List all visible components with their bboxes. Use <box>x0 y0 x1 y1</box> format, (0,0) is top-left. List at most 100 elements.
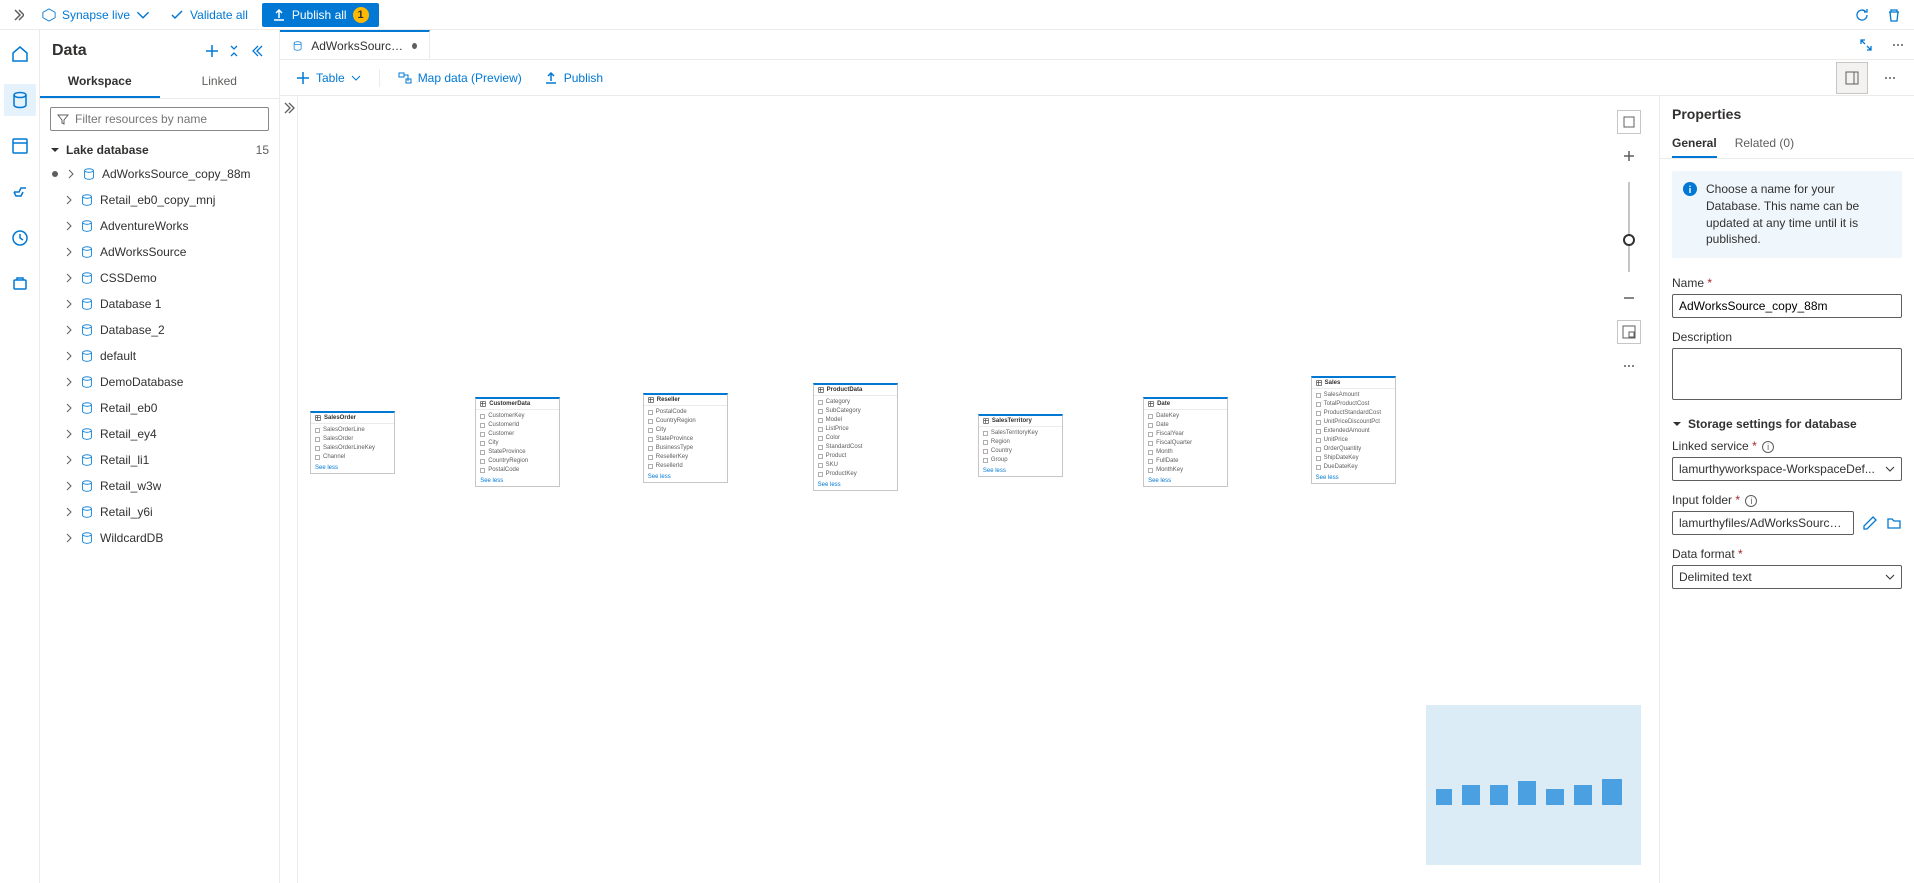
branch-dropdown[interactable]: Synapse live <box>36 6 156 24</box>
document-tab-active[interactable]: AdWorksSource_co... <box>280 30 430 59</box>
tree-item[interactable]: Database_2 <box>40 317 279 343</box>
database-name-input[interactable] <box>1672 294 1902 318</box>
edit-icon[interactable] <box>1862 515 1878 531</box>
database-icon <box>80 427 94 441</box>
props-tab-related[interactable]: Related (0) <box>1735 130 1794 158</box>
tree-item[interactable]: Retail_eb0_copy_mnj <box>40 187 279 213</box>
entity-column: Group <box>983 456 1058 465</box>
tree-item[interactable]: default <box>40 343 279 369</box>
entity-header: Date <box>1144 399 1227 410</box>
props-tab-general[interactable]: General <box>1672 130 1717 158</box>
nav-integrate[interactable] <box>4 176 36 208</box>
zoom-in-button[interactable] <box>1617 144 1641 168</box>
minimap-toggle-button[interactable] <box>1617 320 1641 344</box>
entity-card[interactable]: SalesSalesAmountTotalProductCostProductS… <box>1311 376 1396 484</box>
filter-resources-input[interactable] <box>50 107 269 131</box>
entity-see-less[interactable]: See less <box>644 473 727 482</box>
entity-see-less[interactable]: See less <box>311 464 394 473</box>
entity-card[interactable]: ProductDataCategorySubCategoryModelListP… <box>813 383 898 491</box>
entity-card[interactable]: SalesOrderSalesOrderLineSalesOrderSalesO… <box>310 411 395 474</box>
add-table-button[interactable]: Table <box>288 67 369 89</box>
tree-item[interactable]: WildcardDB <box>40 525 279 551</box>
tree-item[interactable]: Retail_eb0 <box>40 395 279 421</box>
toolbar-overflow-button[interactable] <box>1874 62 1906 94</box>
publish-button[interactable]: Publish <box>536 67 611 89</box>
map-data-button[interactable]: Map data (Preview) <box>390 67 530 89</box>
expand-inspector-button[interactable] <box>280 96 298 883</box>
upload-icon <box>544 71 558 85</box>
data-format-select[interactable]: Delimited text <box>1672 565 1902 589</box>
tree-item[interactable]: AdventureWorks <box>40 213 279 239</box>
properties-toggle-button[interactable] <box>1836 62 1868 94</box>
tree-item[interactable]: AdWorksSource_copy_88m <box>40 161 279 187</box>
add-resource-button[interactable] <box>201 40 223 62</box>
tree-item[interactable]: Retail_w3w <box>40 473 279 499</box>
tab-overflow-button[interactable] <box>1882 30 1914 59</box>
entity-see-less[interactable]: See less <box>476 477 559 486</box>
nav-develop[interactable] <box>4 130 36 162</box>
canvas-more-button[interactable] <box>1617 354 1641 378</box>
chevron-right-icon <box>64 429 74 439</box>
zoom-thumb[interactable] <box>1623 234 1635 246</box>
branch-icon <box>42 8 56 22</box>
minimap[interactable] <box>1426 705 1641 865</box>
tree-item[interactable]: Retail_y6i <box>40 499 279 525</box>
entity-card[interactable]: DateDateKeyDateFiscalYearFiscalQuarterMo… <box>1143 397 1228 487</box>
nav-monitor[interactable] <box>4 222 36 254</box>
tree-item[interactable]: Retail_li1 <box>40 447 279 473</box>
entity-column: ExtendedAmount <box>1316 427 1391 436</box>
entity-see-less[interactable]: See less <box>1144 477 1227 486</box>
entity-column: StateProvince <box>648 435 723 444</box>
storage-settings-toggle[interactable]: Storage settings for database <box>1660 409 1914 433</box>
entity-see-less[interactable]: See less <box>979 467 1062 476</box>
schema-canvas[interactable]: SalesOrderSalesOrderLineSalesOrderSalesO… <box>298 96 1659 883</box>
description-input[interactable] <box>1672 348 1902 400</box>
refresh-button[interactable] <box>1850 3 1874 27</box>
nav-manage[interactable] <box>4 268 36 300</box>
zoom-out-button[interactable] <box>1617 286 1641 310</box>
check-icon <box>170 8 184 22</box>
info-icon[interactable]: i <box>1762 441 1774 453</box>
filter-input[interactable] <box>75 112 262 126</box>
tree-section-lakedb[interactable]: Lake database 15 <box>40 139 279 161</box>
tab-workspace[interactable]: Workspace <box>40 66 160 98</box>
collapse-panel-button[interactable] <box>245 40 267 62</box>
tab-linked[interactable]: Linked <box>160 66 280 98</box>
entity-card[interactable]: SalesTerritorySalesTerritoryKeyRegionCou… <box>978 414 1063 477</box>
tree-item[interactable]: Database 1 <box>40 291 279 317</box>
nav-home[interactable] <box>4 38 36 70</box>
browse-folder-icon[interactable] <box>1886 515 1902 531</box>
tree-item[interactable]: AdWorksSource <box>40 239 279 265</box>
tree-item[interactable]: DemoDatabase <box>40 369 279 395</box>
entity-card[interactable]: ResellerPostalCodeCountryRegionCityState… <box>643 393 728 483</box>
caret-down-icon <box>50 145 60 155</box>
database-icon <box>80 193 94 207</box>
publish-count-badge: 1 <box>353 7 369 23</box>
publish-all-button[interactable]: Publish all 1 <box>262 3 379 27</box>
tree-item[interactable]: Retail_ey4 <box>40 421 279 447</box>
expand-left-rail-button[interactable] <box>8 5 28 25</box>
entity-column: UnitPriceDiscountPct <box>1316 418 1391 427</box>
input-folder-label: Input folder * i <box>1672 493 1902 507</box>
nav-data[interactable] <box>4 84 36 116</box>
info-icon[interactable]: i <box>1745 495 1757 507</box>
entity-column: Category <box>818 398 893 407</box>
fit-to-screen-button[interactable] <box>1617 110 1641 134</box>
zoom-slider[interactable] <box>1628 182 1630 272</box>
tree-item-label: AdWorksSource <box>100 245 186 259</box>
database-icon <box>80 323 94 337</box>
entity-see-less[interactable]: See less <box>1312 474 1395 483</box>
validate-all-button[interactable]: Validate all <box>164 6 254 24</box>
entity-column: SKU <box>818 461 893 470</box>
collapse-all-button[interactable] <box>223 40 245 62</box>
discard-button[interactable] <box>1882 3 1906 27</box>
entity-card[interactable]: CustomerDataCustomerKeyCustomerIdCustome… <box>475 397 560 487</box>
linked-service-select[interactable]: lamurthyworkspace-WorkspaceDef... <box>1672 457 1902 481</box>
chevron-right-icon <box>64 351 74 361</box>
tree-item[interactable]: CSSDemo <box>40 265 279 291</box>
entity-see-less[interactable]: See less <box>814 481 897 490</box>
chevron-right-icon <box>64 195 74 205</box>
maximize-editor-button[interactable] <box>1850 30 1882 59</box>
tree-item-label: Retail_y6i <box>100 505 153 519</box>
left-nav-rail <box>0 30 40 883</box>
